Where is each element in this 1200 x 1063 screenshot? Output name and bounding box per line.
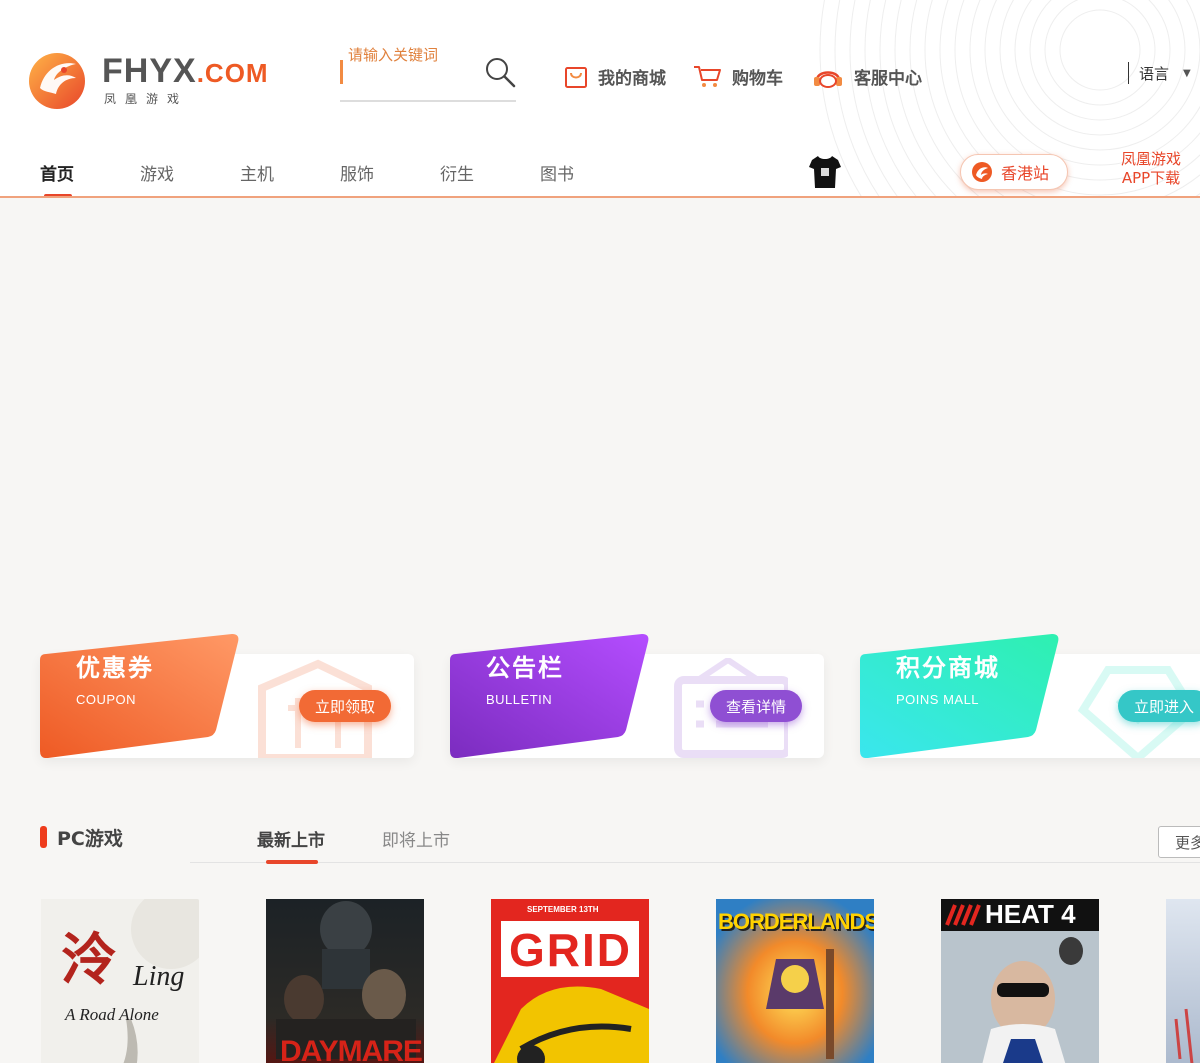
section-divider — [190, 862, 1200, 863]
search-box — [340, 40, 516, 102]
language-selector[interactable]: 语言 ▼ — [1128, 62, 1191, 84]
bulletin-card-subtitle: BULLETIN — [486, 692, 553, 707]
coupon-card[interactable]: 优惠券 COUPON 立即领取 — [40, 634, 414, 758]
app-download-link[interactable]: 凤凰游戏 APP下载 — [1110, 150, 1192, 188]
logo-subtitle: 凤凰游戏 — [104, 92, 189, 106]
nav-games[interactable]: 游戏 — [140, 160, 174, 185]
search-input[interactable] — [348, 42, 478, 68]
points-mall-card-title: 积分商城 — [896, 654, 1000, 682]
coupon-card-subtitle: COUPON — [76, 692, 137, 707]
game-card-daymare[interactable]: DAYMARE — [266, 899, 424, 1063]
topnav-my-mall-label: 我的商城 — [598, 68, 666, 89]
language-label: 语言 — [1139, 64, 1170, 83]
points-mall-card-tag: 积分商城 POINS MALL — [860, 634, 1060, 758]
hong-kong-site-button[interactable]: 香港站 — [960, 154, 1068, 190]
game-cover-title: DAYMARE — [280, 1035, 423, 1063]
game-cover-title: GRID — [509, 924, 632, 976]
site-logo[interactable]: FHYX.COM 凤凰游戏 — [26, 48, 269, 110]
phoenix-logo-icon — [29, 53, 85, 109]
nav-merchandise[interactable]: 衍生 — [440, 160, 474, 185]
nav-books[interactable]: 图书 — [540, 160, 574, 185]
pc-games-section-title: PC游戏 — [57, 828, 123, 850]
game-card-grid[interactable]: SEPTEMBER 13TH GRID — [491, 899, 649, 1063]
phoenix-small-icon — [972, 162, 992, 182]
nav-apparel[interactable]: 服饰 — [340, 160, 374, 185]
tab-new-releases[interactable]: 最新上市 — [257, 826, 325, 851]
section-accent-bar — [40, 826, 47, 848]
tab-coming-soon[interactable]: 即将上市 — [382, 826, 450, 851]
logo-wordmark: FHYX.COM — [102, 52, 269, 90]
coupon-card-title: 优惠券 — [76, 654, 154, 682]
topnav-service-center[interactable]: 客服中心 — [812, 60, 922, 92]
more-games-button[interactable]: 更多 — [1158, 826, 1200, 858]
nav-home[interactable]: 首页 — [40, 160, 74, 185]
app-download-line2: APP下载 — [1121, 169, 1181, 187]
game-cover-glyph: 泠 — [61, 927, 117, 993]
points-mall-card-subtitle: POINS MALL — [896, 692, 980, 707]
topnav-my-mall[interactable]: 我的商城 — [564, 60, 666, 92]
game-card-heat4[interactable]: HEAT 4 — [941, 899, 1099, 1063]
game-cover-subtitle: A Road Alone — [65, 1005, 159, 1024]
points-mall-card[interactable]: 积分商城 POINS MALL 立即进入 — [860, 634, 1200, 758]
topnav-cart[interactable]: 购物车 — [692, 60, 783, 92]
bulletin-card-tag: 公告栏 BULLETIN — [450, 634, 650, 758]
headset-icon — [814, 71, 842, 88]
game-card-borderlands3[interactable]: BORDERLANDS 3 — [716, 899, 874, 1063]
claim-coupon-button[interactable]: 立即领取 — [299, 690, 392, 722]
game-cover-title: BORDERLANDS 3 — [718, 909, 874, 934]
game-cover-title: HEAT 4 — [985, 899, 1076, 929]
tab-active-indicator — [266, 860, 318, 864]
nav-active-indicator — [44, 194, 72, 196]
game-card-ling[interactable]: 泠 Ling A Road Alone — [41, 899, 199, 1063]
search-icon[interactable] — [484, 56, 516, 88]
topnav-service-center-label: 客服中心 — [854, 68, 922, 89]
nav-consoles[interactable]: 主机 — [240, 160, 274, 185]
bulletin-card[interactable]: 公告栏 BULLETIN 查看详情 — [450, 634, 824, 758]
game-cover-subtitle: SEPTEMBER 13TH — [527, 905, 599, 914]
site-header: FHYX.COM 凤凰游戏 我的商城 购物车 客服中心 — [0, 0, 1200, 198]
app-download-line1: 凤凰游戏 — [1120, 150, 1181, 168]
bag-icon — [565, 67, 587, 88]
cart-icon — [694, 66, 721, 87]
tshirt-icon[interactable] — [808, 154, 842, 190]
game-cover-partial — [1166, 899, 1200, 1063]
view-bulletin-button[interactable]: 查看详情 — [710, 690, 803, 722]
chevron-down-icon: ▼ — [1183, 67, 1191, 79]
coupon-card-tag: 优惠券 COUPON — [40, 634, 240, 758]
game-card-partial[interactable] — [1166, 899, 1200, 1063]
topnav-cart-label: 购物车 — [732, 68, 783, 89]
game-cover-title: Ling — [133, 961, 185, 992]
bulletin-card-title: 公告栏 — [486, 654, 564, 682]
hong-kong-site-label: 香港站 — [1001, 164, 1050, 183]
logo-domain-suffix: .COM — [196, 58, 269, 88]
search-cursor-accent — [340, 60, 343, 84]
enter-points-mall-button[interactable]: 立即进入 — [1118, 690, 1200, 722]
